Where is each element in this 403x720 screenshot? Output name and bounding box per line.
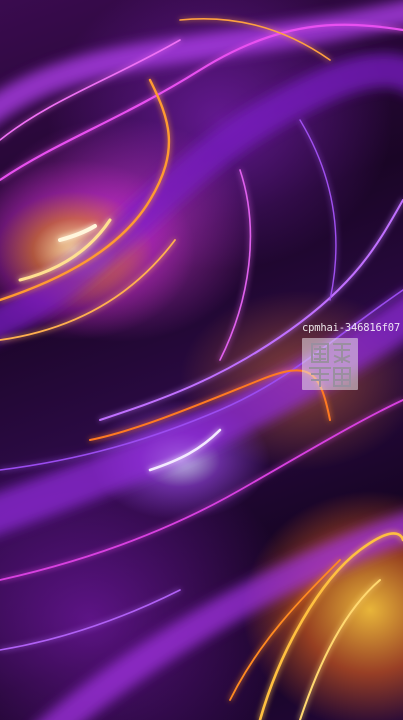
strand-white-2 xyxy=(58,224,97,242)
watermark-code: cpmhai-346816f07 xyxy=(302,322,400,334)
watermark: cpmhai-346816f07 xyxy=(300,322,403,402)
strand-magenta-4 xyxy=(219,169,252,361)
ribbon-bottom xyxy=(40,513,403,720)
strand-violet-4 xyxy=(299,119,337,301)
strand-gold-3 xyxy=(299,579,381,720)
stamp-seal-icon xyxy=(302,338,358,390)
abstract-artwork: cpmhai-346816f07 xyxy=(0,0,403,720)
ribbon-middle xyxy=(0,53,403,341)
